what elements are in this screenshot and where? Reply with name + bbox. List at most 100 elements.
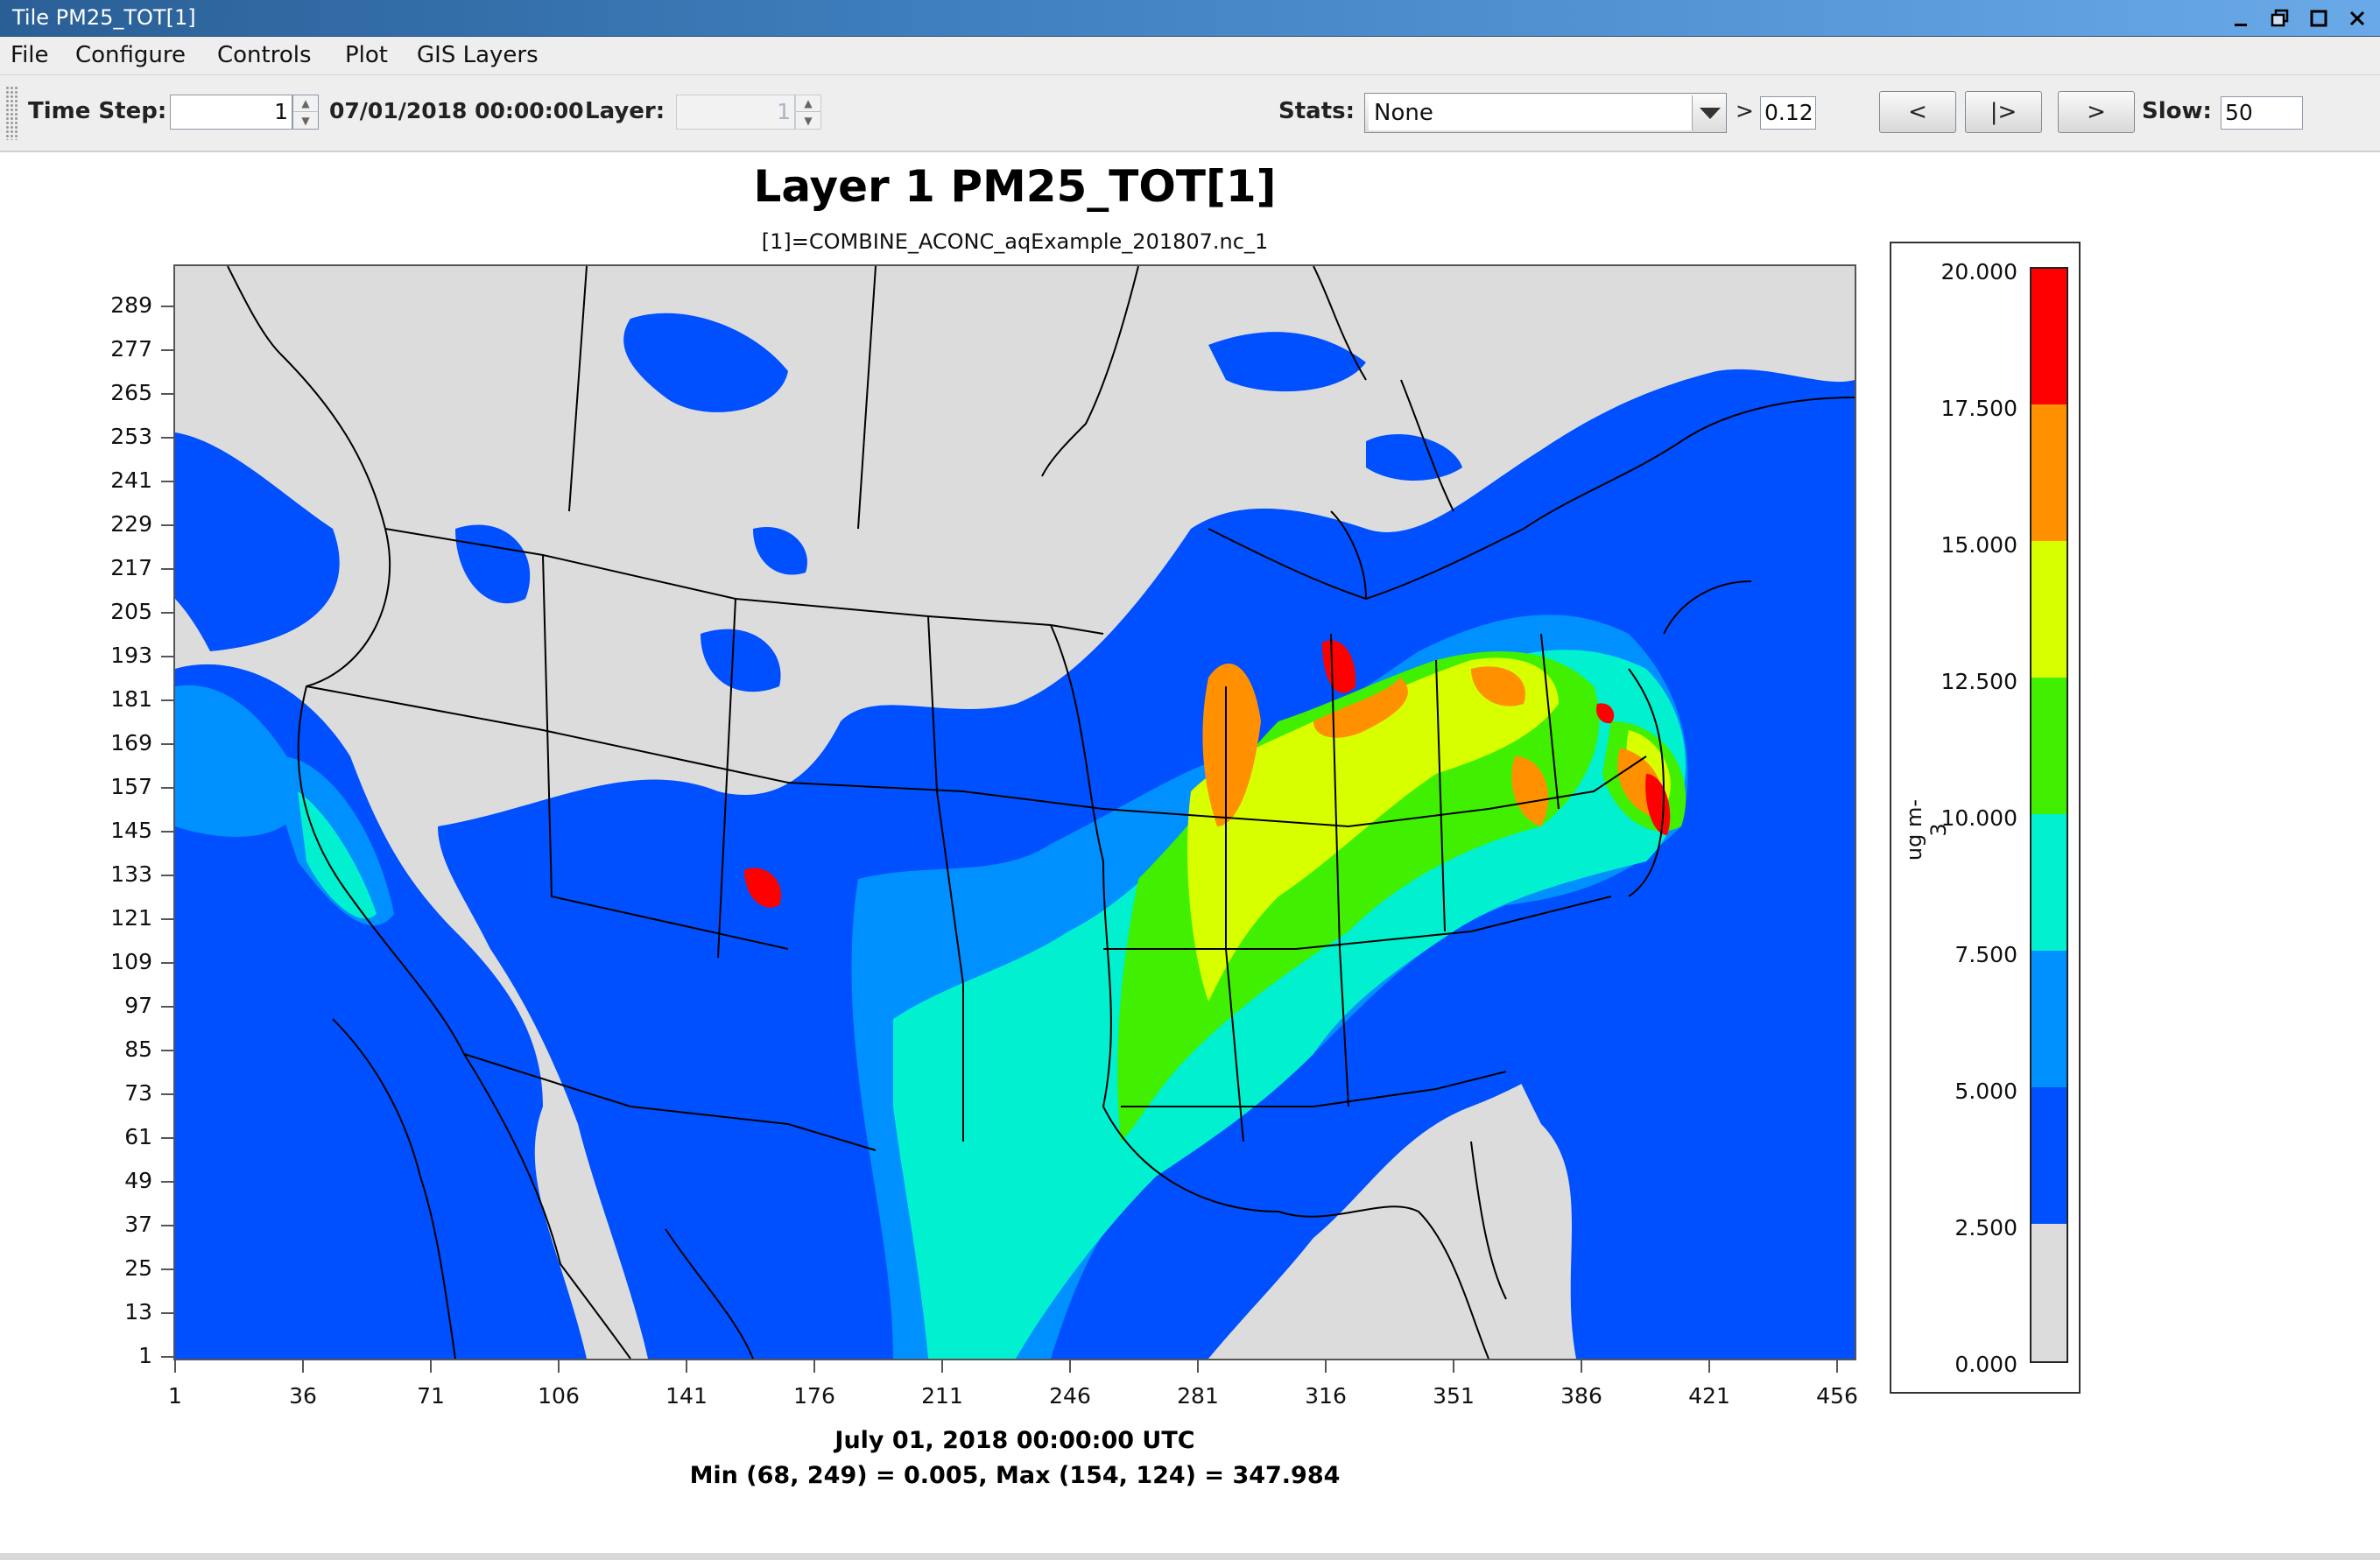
y-tick-label: 241	[110, 467, 152, 493]
y-tick-mark	[161, 743, 173, 745]
y-tick-mark	[161, 612, 173, 614]
y-tick-label: 145	[110, 818, 152, 843]
x-tick-mark	[1836, 1360, 1838, 1373]
y-tick-mark	[161, 481, 173, 482]
threshold-label: >	[1736, 98, 1754, 123]
layer-spinner: ▲ ▼	[795, 95, 821, 130]
y-tick-label: 253	[110, 424, 152, 449]
stats-label: Stats:	[1278, 98, 1355, 124]
legend-swatch	[2031, 404, 2067, 541]
legend-colorbar	[2030, 267, 2068, 1363]
y-tick-mark	[161, 656, 173, 657]
x-tick-mark	[813, 1360, 815, 1373]
y-tick-mark	[161, 875, 173, 876]
time-step-label: Time Step:	[28, 98, 167, 124]
y-tick-mark	[161, 1137, 173, 1139]
x-tick-mark	[1197, 1360, 1199, 1373]
window-bottom-edge	[0, 1553, 2380, 1560]
y-tick-label: 1	[138, 1343, 152, 1368]
close-icon[interactable]	[2343, 4, 2371, 32]
x-tick-mark	[941, 1360, 943, 1373]
spinner-down-icon[interactable]: ▼	[293, 112, 318, 129]
x-tick-label: 281	[1177, 1383, 1219, 1409]
legend-label: 12.500	[1940, 669, 2017, 694]
y-tick-mark	[161, 1181, 173, 1183]
y-tick-label: 121	[110, 905, 152, 931]
x-tick-mark	[1069, 1360, 1071, 1373]
plot-subtitle: [1]=COMBINE_ACONC_aqExample_201807.nc_1	[761, 229, 1269, 254]
y-tick-label: 217	[110, 555, 152, 580]
y-tick-mark	[161, 1356, 173, 1358]
y-tick-label: 49	[124, 1168, 152, 1193]
slow-input[interactable]: 50	[2221, 96, 2303, 130]
layer-input: 1	[676, 95, 795, 130]
menu-bar: File Configure Controls Plot GIS Layers	[0, 37, 2380, 75]
y-tick-mark	[161, 787, 173, 789]
threshold-input[interactable]: 0.12	[1760, 96, 1816, 130]
legend-swatch	[2031, 951, 2067, 1087]
next-step-button[interactable]: >	[2058, 91, 2135, 133]
plot-stats-footer: Min (68, 249) = 0.005, Max (154, 124) = …	[689, 1462, 1341, 1489]
y-tick-label: 229	[110, 511, 152, 537]
y-tick-mark	[161, 568, 173, 570]
previous-step-button[interactable]: <	[1879, 91, 1956, 133]
legend-label: 5.000	[1954, 1079, 2017, 1104]
y-tick-label: 193	[110, 643, 152, 668]
play-button[interactable]: |>	[1965, 91, 2042, 133]
y-tick-label: 25	[124, 1255, 152, 1281]
toolbar-grip-handle[interactable]	[5, 86, 18, 140]
x-tick-label: 36	[289, 1383, 317, 1409]
x-tick-mark	[1581, 1360, 1582, 1373]
y-tick-mark	[161, 1268, 173, 1270]
menu-configure[interactable]: Configure	[75, 42, 186, 68]
y-tick-label: 169	[110, 730, 152, 755]
y-tick-label: 85	[124, 1036, 152, 1062]
y-tick-mark	[161, 699, 173, 701]
spinner-down-icon: ▼	[804, 114, 813, 127]
y-tick-label: 181	[110, 686, 152, 712]
x-tick-mark	[1453, 1360, 1454, 1373]
x-tick-mark	[686, 1360, 687, 1373]
menu-gis-layers[interactable]: GIS Layers	[417, 42, 539, 68]
current-datetime: 07/01/2018 00:00:00	[329, 98, 584, 123]
y-tick-mark	[161, 349, 173, 351]
legend-label: 15.000	[1940, 532, 2017, 558]
y-tick-mark	[161, 1225, 173, 1226]
heatmap-plot[interactable]	[173, 264, 1856, 1360]
y-tick-mark	[161, 437, 173, 439]
y-tick-mark	[161, 306, 173, 307]
window-title: Tile PM25_TOT[1]	[12, 5, 196, 30]
y-tick-label: 37	[124, 1212, 152, 1237]
legend-unit-label: ug m-3	[1902, 798, 1951, 861]
minimize-icon[interactable]	[2228, 4, 2256, 32]
y-tick-label: 61	[124, 1124, 152, 1149]
legend-label: 20.000	[1940, 259, 2017, 285]
x-tick-label: 211	[921, 1383, 963, 1409]
window-titlebar: Tile PM25_TOT[1]	[0, 0, 2380, 37]
legend-label: 7.500	[1954, 942, 2017, 967]
y-tick-mark	[161, 1006, 173, 1008]
time-step-spinner[interactable]: ▲ ▼	[292, 95, 319, 130]
legend-swatch	[2031, 814, 2067, 951]
maximize-icon[interactable]	[2305, 4, 2333, 32]
x-tick-label: 456	[1816, 1383, 1858, 1409]
menu-plot[interactable]: Plot	[345, 42, 388, 68]
menu-file[interactable]: File	[11, 42, 49, 68]
legend-swatch	[2031, 269, 2067, 404]
y-tick-mark	[161, 1093, 173, 1095]
slow-label: Slow:	[2142, 98, 2212, 124]
chevron-down-icon[interactable]	[1700, 108, 1721, 119]
spinner-up-icon: ▲	[796, 95, 820, 112]
menu-controls[interactable]: Controls	[217, 42, 312, 68]
x-tick-mark	[302, 1360, 304, 1373]
pm25-concentration-map	[175, 266, 1855, 1359]
time-step-input[interactable]: 1	[170, 95, 292, 130]
restore-icon[interactable]	[2266, 4, 2294, 32]
plot-title: Layer 1 PM25_TOT[1]	[753, 161, 1277, 212]
x-tick-label: 386	[1560, 1383, 1602, 1409]
x-tick-label: 421	[1688, 1383, 1730, 1409]
stats-dropdown[interactable]: None	[1364, 93, 1727, 133]
x-tick-label: 316	[1305, 1383, 1347, 1409]
spinner-up-icon[interactable]: ▲	[293, 95, 318, 112]
y-tick-mark	[161, 831, 173, 833]
